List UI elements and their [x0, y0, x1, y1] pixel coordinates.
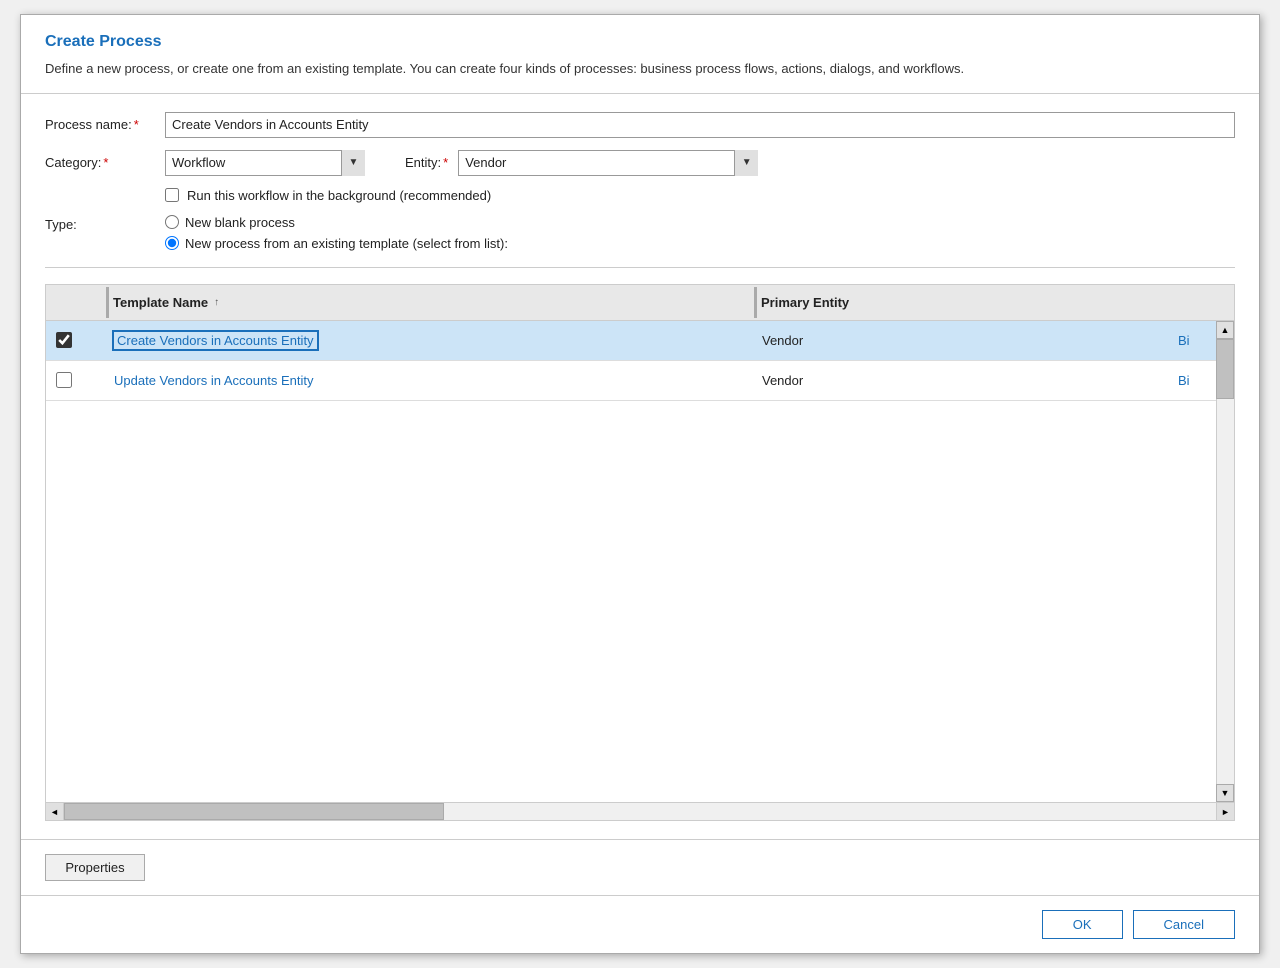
dialog-title: Create Process: [45, 33, 1235, 51]
radio-template[interactable]: [165, 236, 179, 250]
dialog-footer: OK Cancel: [21, 895, 1259, 953]
bottom-bar: Properties: [21, 839, 1259, 895]
h-scroll-left-arrow[interactable]: ◄: [46, 803, 64, 821]
scroll-thumb[interactable]: [1216, 339, 1234, 399]
dialog-header: Create Process Define a new process, or …: [21, 15, 1259, 94]
td-checkbox-2: [46, 372, 106, 388]
h-scroll-right-arrow[interactable]: ►: [1216, 803, 1234, 821]
type-row: Type: New blank process New process from…: [45, 215, 1235, 251]
template-link-2[interactable]: Update Vendors in Accounts Entity: [114, 373, 313, 388]
scroll-down-arrow[interactable]: ▼: [1216, 784, 1234, 802]
cancel-button[interactable]: Cancel: [1133, 910, 1235, 939]
entity-select-wrapper: Vendor Account Contact ▼: [458, 150, 758, 176]
template-link-1[interactable]: Create Vendors in Accounts Entity: [114, 332, 317, 349]
horizontal-scrollbar[interactable]: ◄ ►: [46, 802, 1234, 820]
table-body: Create Vendors in Accounts Entity Vendor…: [46, 321, 1234, 803]
background-checkbox[interactable]: [165, 188, 179, 202]
radio-group: New blank process New process from an ex…: [165, 215, 508, 251]
h-scroll-thumb[interactable]: [64, 803, 444, 820]
radio-blank-label[interactable]: New blank process: [185, 215, 295, 230]
row-checkbox-2[interactable]: [56, 372, 72, 388]
th-primary-entity: Primary Entity: [754, 287, 1174, 318]
entity-group: Entity:* Vendor Account Contact ▼: [405, 150, 758, 176]
required-star-entity: *: [443, 155, 448, 170]
td-entity-1: Vendor: [754, 325, 1174, 356]
type-label: Type:: [45, 215, 165, 232]
template-table-section: Template Name ↑ Primary Entity Create Ve…: [45, 284, 1235, 822]
table-row[interactable]: Create Vendors in Accounts Entity Vendor…: [46, 321, 1234, 361]
td-entity-2: Vendor: [754, 365, 1174, 396]
create-process-dialog: Create Process Define a new process, or …: [20, 14, 1260, 954]
th-template-name: Template Name ↑: [106, 287, 754, 318]
td-checkbox-1: [46, 332, 106, 348]
form-section: Process name:* Category:* Workflow Actio…: [45, 112, 1235, 268]
required-star-category: *: [103, 155, 108, 170]
category-select[interactable]: Workflow Action Dialog Business Process …: [165, 150, 365, 176]
dialog-body: Process name:* Category:* Workflow Actio…: [21, 94, 1259, 840]
properties-button[interactable]: Properties: [45, 854, 145, 881]
td-name-1: Create Vendors in Accounts Entity: [106, 325, 754, 356]
table-row[interactable]: Update Vendors in Accounts Entity Vendor…: [46, 361, 1234, 401]
ok-button[interactable]: OK: [1042, 910, 1123, 939]
category-select-wrapper: Workflow Action Dialog Business Process …: [165, 150, 365, 176]
process-name-row: Process name:*: [45, 112, 1235, 138]
sort-asc-icon: ↑: [214, 297, 219, 308]
row-checkbox-1[interactable]: [56, 332, 72, 348]
entity-select[interactable]: Vendor Account Contact: [458, 150, 758, 176]
required-star-name: *: [134, 117, 139, 132]
radio-blank-row: New blank process: [165, 215, 508, 230]
vertical-scrollbar[interactable]: ▲ ▼: [1216, 321, 1234, 803]
process-name-input[interactable]: [165, 112, 1235, 138]
radio-template-row: New process from an existing template (s…: [165, 236, 508, 251]
category-entity-row: Category:* Workflow Action Dialog Busine…: [45, 150, 1235, 176]
radio-template-label[interactable]: New process from an existing template (s…: [185, 236, 508, 251]
category-label: Category:*: [45, 155, 165, 170]
scroll-up-arrow[interactable]: ▲: [1216, 321, 1234, 339]
entity-label: Entity:*: [405, 155, 448, 170]
background-checkbox-row: Run this workflow in the background (rec…: [165, 188, 1235, 203]
h-scroll-track: [64, 803, 1216, 820]
td-name-2: Update Vendors in Accounts Entity: [106, 365, 754, 396]
table-header: Template Name ↑ Primary Entity: [46, 285, 1234, 321]
background-checkbox-label[interactable]: Run this workflow in the background (rec…: [187, 188, 491, 203]
dialog-description: Define a new process, or create one from…: [45, 59, 1235, 79]
radio-blank[interactable]: [165, 215, 179, 229]
process-name-label: Process name:*: [45, 117, 165, 132]
